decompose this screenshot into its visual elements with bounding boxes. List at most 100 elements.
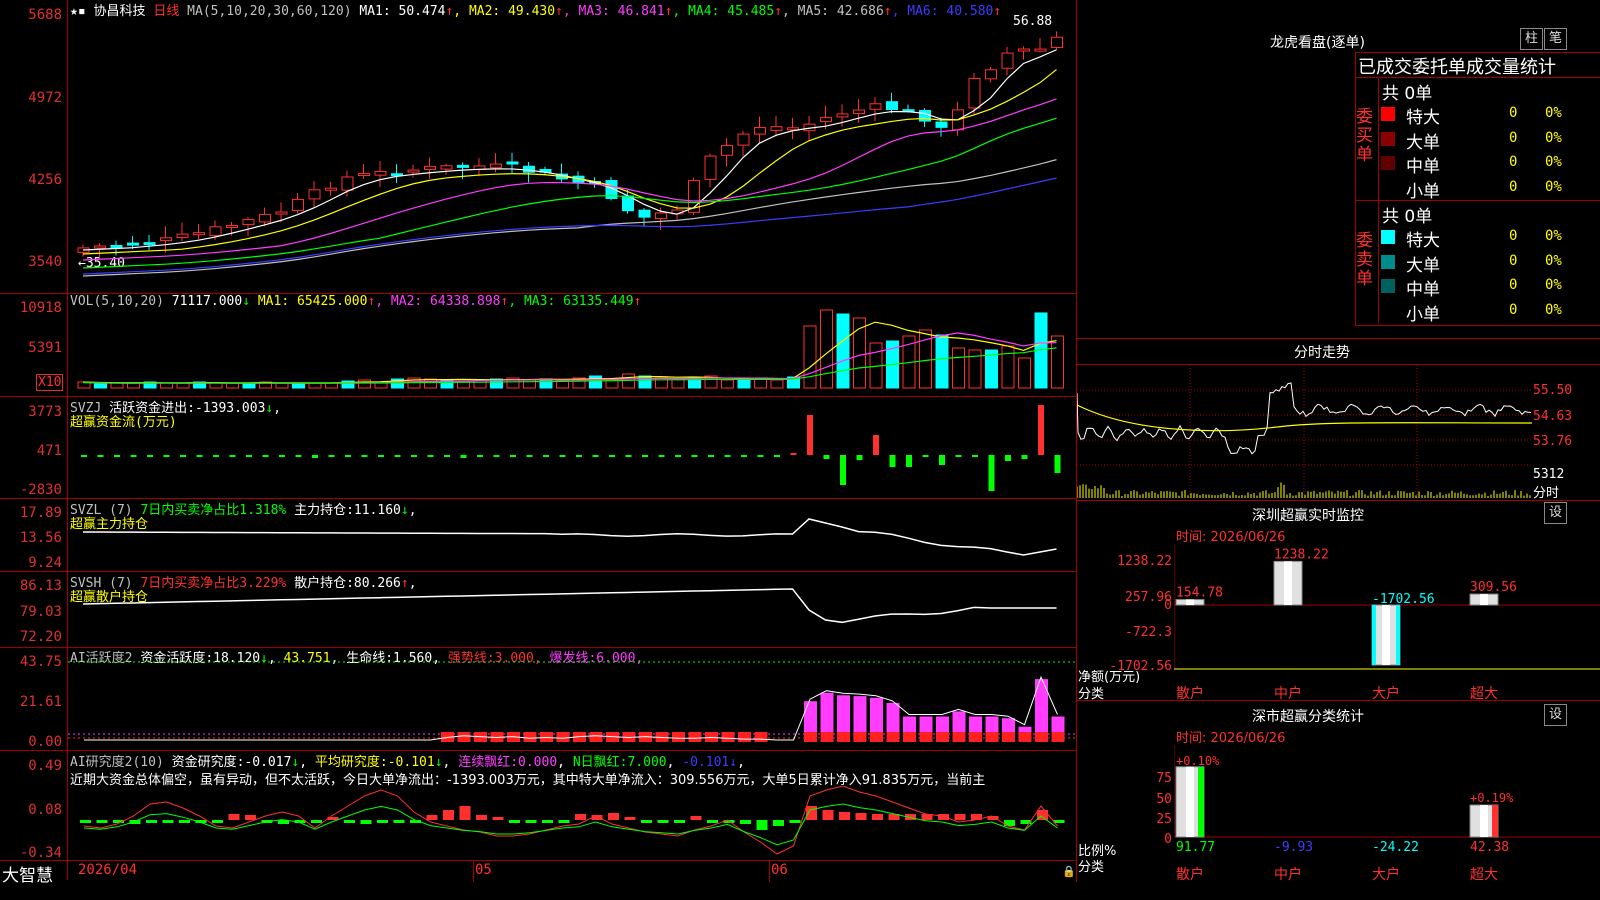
classify-bar-chart[interactable]: +0.10% +0.19% <box>1174 745 1600 845</box>
candle-body <box>440 165 453 170</box>
svzj-bar <box>246 455 252 457</box>
ai-research-axis-label: -0.34 <box>19 845 62 861</box>
ai-research-chart[interactable] <box>68 786 1076 860</box>
svsh-axis-label: 86.13 <box>19 578 62 594</box>
ai-research-bar <box>344 820 355 823</box>
ai-active-base <box>837 732 850 742</box>
ai-active-base <box>1018 732 1032 742</box>
svzj-bar <box>691 455 698 457</box>
order-color-swatch <box>1381 180 1395 195</box>
brand-logo[interactable]: 大智慧 <box>2 861 53 886</box>
ai-active-base <box>870 732 883 742</box>
volume-chart[interactable] <box>68 300 1076 396</box>
svzj-bar <box>328 455 335 457</box>
monitor-category: 中户 <box>1274 686 1302 702</box>
ai-active-base <box>738 732 751 742</box>
order-color-swatch <box>1381 279 1395 293</box>
svzl-chart[interactable] <box>68 499 1076 571</box>
svzj-bar <box>658 455 665 457</box>
candle-body <box>94 245 106 249</box>
candle-body <box>242 219 255 226</box>
svzj-bar <box>774 455 780 457</box>
ai-active-base <box>919 732 933 742</box>
monitor-title: 深圳超赢实时监控 <box>1252 508 1364 524</box>
stats-divider <box>1355 77 1600 78</box>
classify-top-label: +0.10% <box>1176 754 1220 768</box>
bar-mode-button[interactable]: 柱 <box>1520 28 1543 50</box>
order-pct: 0% <box>1545 228 1562 244</box>
order-pct: 0% <box>1545 277 1562 293</box>
monitor-y-label: 0 <box>1164 598 1172 613</box>
vol-axis-label: 10918 <box>19 300 62 316</box>
ma1-line <box>82 49 1057 251</box>
monitor-value-label: -1702.56 <box>1372 592 1435 607</box>
candle-body <box>193 232 205 236</box>
classify-bar-edge <box>1492 805 1498 837</box>
order-pct: 0% <box>1545 178 1562 195</box>
svzj-bar <box>856 455 863 460</box>
ai-research-name: AI研究度2(10) <box>70 755 164 770</box>
monitor-axis-sub: 分类 <box>1078 687 1105 702</box>
stock-name[interactable]: 协昌科技 <box>93 4 145 19</box>
monitor-category: 散户 <box>1176 686 1204 702</box>
svzj-bar <box>229 455 236 457</box>
candle-body <box>424 165 436 170</box>
ai-active-base <box>754 732 768 742</box>
ai-active-base <box>1002 732 1015 742</box>
candle-body <box>820 117 832 123</box>
svsh-chart[interactable] <box>68 572 1076 647</box>
classify-settings-button[interactable]: 设 <box>1544 704 1567 726</box>
ai-research-bar <box>575 814 586 820</box>
volume-bar <box>952 347 965 389</box>
candle-body <box>176 233 189 238</box>
candle-body <box>655 212 667 220</box>
monitor-bar-highlight <box>1284 561 1292 605</box>
ai-active-base <box>1035 732 1048 742</box>
tick-mode-button[interactable]: 笔 <box>1544 28 1567 50</box>
lock-icon[interactable]: 🔒 <box>1062 865 1076 878</box>
volume-bar <box>820 309 833 389</box>
intraday-label: 53.76 <box>1533 434 1573 449</box>
candle-body <box>374 171 387 176</box>
star-icon[interactable]: ★ <box>70 4 78 19</box>
svzj-bar <box>708 455 714 457</box>
svzj-bar <box>625 455 632 457</box>
svzj-axis-label: 3773 <box>28 404 62 420</box>
ai-research-bar <box>707 820 718 823</box>
ai-research-label: 资金研究度: <box>171 755 245 770</box>
ai-research-bar <box>608 813 619 820</box>
ai-active-base <box>969 732 982 742</box>
ai-research-bar <box>212 820 223 823</box>
avg-research-value: -0.101 <box>387 755 435 770</box>
ai-active-chart[interactable] <box>68 648 1076 750</box>
ai-active-axis-label: 21.61 <box>19 694 62 710</box>
candle-body <box>919 110 931 122</box>
period-label[interactable]: 日线 <box>153 4 179 19</box>
monitor-settings-button[interactable]: 设 <box>1544 502 1567 524</box>
sell-side-label: 委卖单 <box>1356 231 1373 289</box>
svzj-bar <box>1054 455 1061 473</box>
svzj-chart[interactable] <box>68 397 1076 498</box>
intraday-chart[interactable] <box>1077 365 1532 498</box>
classify-category: 大户 <box>1372 867 1400 883</box>
classify-axis-sub: 分类 <box>1078 860 1105 875</box>
ai-active-base <box>853 732 867 742</box>
svzj-bar <box>757 455 764 457</box>
price-ma3: , MA3: 46.841↑ <box>562 4 673 19</box>
candlestick-chart[interactable] <box>68 18 1076 293</box>
classify-y-label: 0 <box>1164 832 1172 847</box>
ai-active-base <box>952 732 966 742</box>
svzj-bar <box>1038 405 1044 455</box>
svzj-axis-label: -2830 <box>19 482 62 498</box>
ai-research-bar <box>509 820 520 823</box>
ai-active-base <box>721 732 735 742</box>
monitor-bar-chart[interactable]: 154.78 1238.22 -1702.56 309.56 <box>1174 545 1600 680</box>
continuous-red-value: 0.000 <box>518 755 558 770</box>
candle-body <box>308 189 321 200</box>
ai-research-bar <box>525 820 537 823</box>
svzj-bar <box>147 455 153 457</box>
svzj-bar <box>196 455 203 457</box>
order-size-label: 中单 <box>1406 157 1440 177</box>
volume-bar <box>803 325 817 389</box>
ai-active-base <box>804 732 817 742</box>
